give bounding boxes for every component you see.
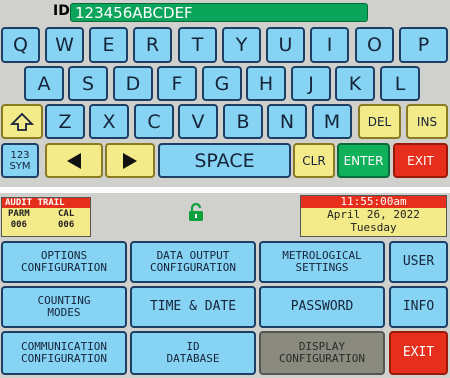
metrological-settings-button[interactable]: METROLOGICAL SETTINGS bbox=[259, 241, 385, 283]
enter-key[interactable]: ENTER bbox=[337, 143, 390, 178]
key-y[interactable]: Y bbox=[222, 27, 261, 63]
communication-configuration-button[interactable]: COMMUNICATION CONFIGURATION bbox=[1, 331, 127, 375]
clock-time: 11:55:00am bbox=[301, 196, 446, 208]
ins-key[interactable]: INS bbox=[406, 104, 448, 139]
unlocked-padlock-icon bbox=[189, 203, 203, 221]
cal-label: CAL bbox=[58, 209, 75, 219]
id-input[interactable]: 123456ABCDEF bbox=[70, 3, 368, 22]
user-button[interactable]: USER bbox=[389, 241, 448, 283]
key-r[interactable]: R bbox=[133, 27, 172, 63]
date-time-box: 11:55:00am April 26, 2022 Tuesday bbox=[300, 195, 447, 237]
key-u[interactable]: U bbox=[266, 27, 305, 63]
counting-modes-button[interactable]: COUNTING MODES bbox=[1, 286, 127, 328]
key-o[interactable]: O bbox=[355, 27, 394, 63]
key-z[interactable]: Z bbox=[45, 104, 85, 139]
right-arrow-icon bbox=[123, 152, 137, 169]
key-d[interactable]: D bbox=[113, 66, 153, 101]
left-arrow-icon bbox=[67, 152, 81, 169]
del-key[interactable]: DEL bbox=[358, 104, 401, 139]
display-configuration-button[interactable]: DISPLAY CONFIGURATION bbox=[259, 331, 385, 375]
key-b[interactable]: B bbox=[223, 104, 263, 139]
key-a[interactable]: A bbox=[24, 66, 64, 101]
parm-label: PARM bbox=[8, 209, 30, 219]
options-configuration-button[interactable]: OPTIONS CONFIGURATION bbox=[1, 241, 127, 283]
parm-value: 006 bbox=[10, 220, 27, 230]
key-f[interactable]: F bbox=[157, 66, 197, 101]
key-q[interactable]: Q bbox=[1, 27, 40, 63]
shift-up-arrow-icon bbox=[10, 112, 34, 131]
key-x[interactable]: X bbox=[89, 104, 129, 139]
key-p[interactable]: P bbox=[399, 27, 448, 63]
key-e[interactable]: E bbox=[89, 27, 128, 63]
time-date-button[interactable]: TIME & DATE bbox=[130, 286, 256, 328]
key-h[interactable]: H bbox=[246, 66, 286, 101]
data-output-configuration-button[interactable]: DATA OUTPUT CONFIGURATION bbox=[130, 241, 256, 283]
key-l[interactable]: L bbox=[380, 66, 420, 101]
current-date: April 26, 2022 bbox=[327, 208, 420, 221]
key-t[interactable]: T bbox=[178, 27, 217, 63]
cursor-right-key[interactable] bbox=[105, 143, 155, 178]
exit-keyboard-button[interactable]: EXIT bbox=[393, 143, 448, 178]
key-i[interactable]: I bbox=[310, 27, 349, 63]
space-key[interactable]: SPACE bbox=[158, 143, 291, 178]
password-button[interactable]: PASSWORD bbox=[259, 286, 385, 328]
id-database-button[interactable]: ID DATABASE bbox=[130, 331, 256, 375]
key-n[interactable]: N bbox=[267, 104, 307, 139]
key-j[interactable]: J bbox=[291, 66, 331, 101]
shift-key[interactable] bbox=[1, 104, 43, 139]
cal-value: 006 bbox=[58, 220, 75, 230]
key-g[interactable]: G bbox=[202, 66, 242, 101]
key-k[interactable]: K bbox=[335, 66, 375, 101]
current-weekday: Tuesday bbox=[350, 221, 397, 234]
cursor-left-key[interactable] bbox=[45, 143, 103, 178]
key-s[interactable]: S bbox=[68, 66, 108, 101]
exit-menu-button[interactable]: EXIT bbox=[389, 331, 448, 375]
info-button[interactable]: INFO bbox=[389, 286, 448, 328]
key-c[interactable]: C bbox=[134, 104, 174, 139]
key-v[interactable]: V bbox=[178, 104, 218, 139]
audit-trail-box: AUDIT TRAIL PARM 006 CAL 006 bbox=[1, 197, 91, 237]
key-m[interactable]: M bbox=[312, 104, 352, 139]
key-w[interactable]: W bbox=[45, 27, 84, 63]
clear-key[interactable]: CLR bbox=[293, 143, 335, 178]
symbols-key[interactable]: 123 SYM bbox=[1, 143, 39, 178]
audit-trail-title: AUDIT TRAIL bbox=[2, 198, 90, 208]
